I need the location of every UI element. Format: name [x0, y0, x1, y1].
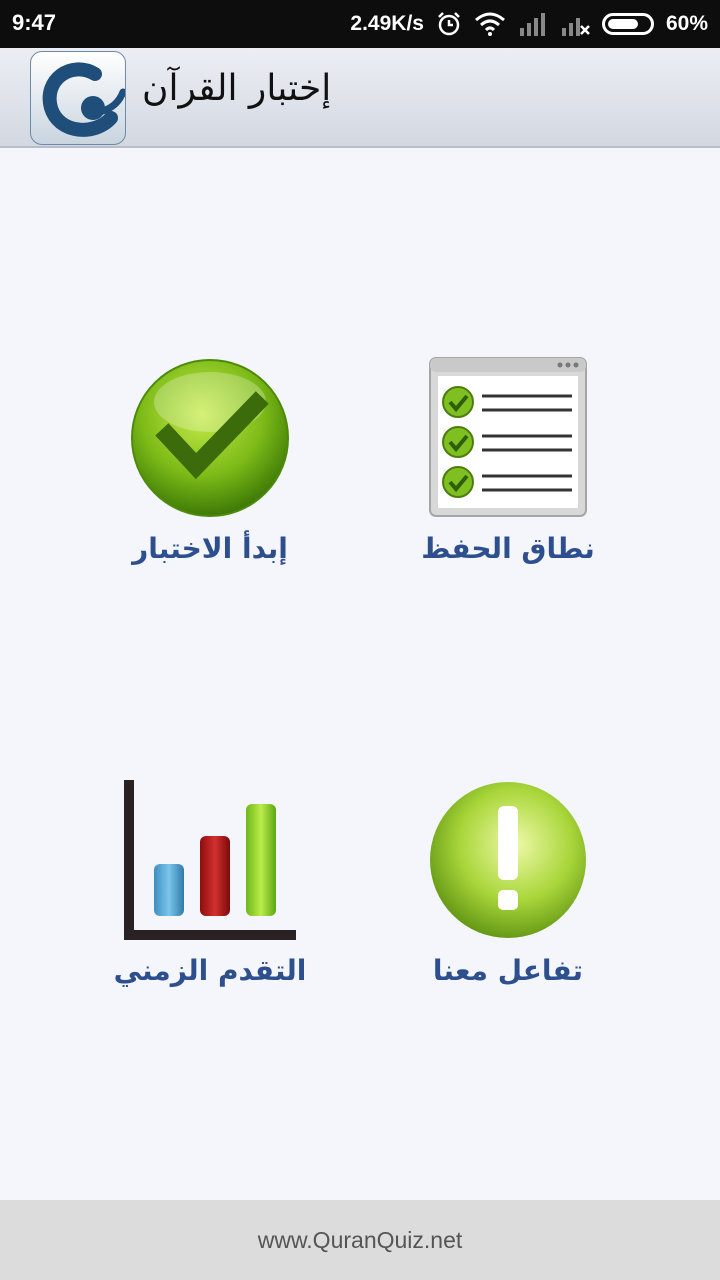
- progress-button[interactable]: التقدم الزمني: [70, 778, 350, 1038]
- signal-no-sim-icon: [560, 12, 590, 36]
- start-quiz-button[interactable]: إبدأ الاختبار: [70, 356, 350, 616]
- exclamation-icon: [426, 778, 590, 946]
- battery-percent: 60%: [665, 12, 708, 35]
- footer: www.QuranQuiz.net: [0, 1200, 720, 1280]
- wifi-icon: [474, 12, 506, 36]
- start-quiz-label: إبدأ الاختبار: [132, 532, 288, 565]
- contact-button[interactable]: تفاعل معنا: [368, 778, 648, 1038]
- status-right-group: 2.49K/s 60%: [350, 9, 708, 39]
- checklist-icon: [426, 356, 590, 524]
- bar-chart-icon: [122, 778, 298, 946]
- website-link[interactable]: www.QuranQuiz.net: [258, 1227, 463, 1254]
- quran-quiz-logo-icon: [30, 51, 126, 145]
- network-speed: 2.49K/s: [350, 12, 424, 35]
- battery-icon: [601, 13, 654, 35]
- signal-icon: [518, 12, 548, 36]
- app-bar: إختبار القرآن: [0, 48, 720, 148]
- status-time: 9:47: [12, 10, 57, 35]
- contact-label: تفاعل معنا: [432, 954, 584, 987]
- progress-label: التقدم الزمني: [113, 954, 307, 987]
- app-title: إختبار القرآن: [142, 68, 332, 109]
- alarm-icon: [436, 11, 462, 37]
- checkmark-icon: [128, 356, 292, 524]
- memorization-range-button[interactable]: نطاق الحفظ: [368, 356, 648, 616]
- memorization-range-label: نطاق الحفظ: [421, 532, 595, 565]
- status-bar: 9:47 2.49K/s 60%: [0, 0, 720, 48]
